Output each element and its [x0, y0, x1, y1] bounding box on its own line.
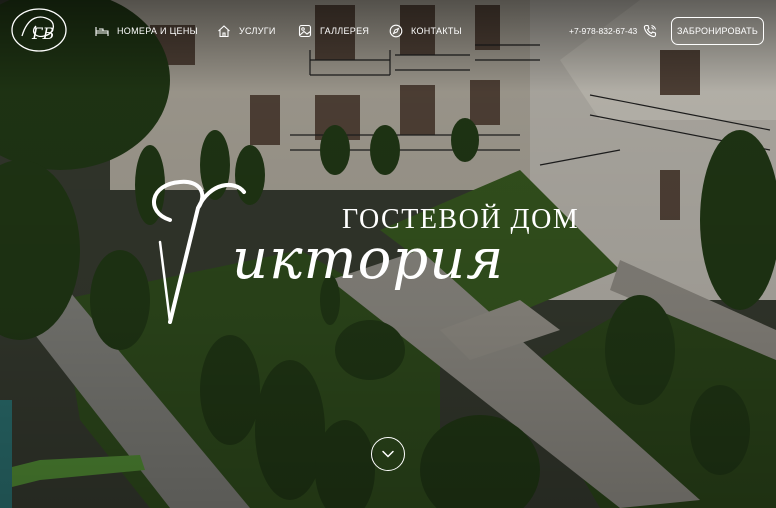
bed-icon	[95, 24, 109, 38]
image-icon	[298, 24, 312, 38]
chevron-down-icon	[382, 450, 394, 458]
nav-services-label: УСЛУГИ	[239, 26, 276, 36]
nav-rooms-label: НОМЕРА И ЦЕНЫ	[117, 26, 198, 36]
nav-gallery-label: ГАЛЛЕРЕЯ	[320, 26, 370, 36]
hero-title: иктория	[232, 227, 505, 292]
nav-contacts[interactable]: КОНТАКТЫ	[389, 0, 462, 62]
nav-contacts-label: КОНТАКТЫ	[411, 26, 462, 36]
logo-letters: ГВ	[31, 24, 55, 43]
nav-gallery[interactable]: ГАЛЛЕРЕЯ	[298, 0, 369, 62]
phone-icon	[643, 24, 657, 38]
phone-link[interactable]: +7-978-832-67-43	[569, 0, 657, 62]
logo-emblem-icon: ГВ	[11, 8, 67, 52]
book-button[interactable]: ЗАБРОНИРОВАТЬ	[671, 17, 764, 45]
compass-icon	[389, 24, 403, 38]
home-icon	[217, 24, 231, 38]
logo[interactable]: ГВ	[10, 6, 68, 54]
nav-services[interactable]: УСЛУГИ	[217, 0, 276, 62]
scroll-down-button[interactable]	[371, 437, 405, 471]
nav-rooms[interactable]: НОМЕРА И ЦЕНЫ	[95, 0, 198, 62]
phone-number: +7-978-832-67-43	[569, 26, 638, 36]
site-header: ГВ НОМЕРА И ЦЕНЫ УСЛУГИ ГАЛЛЕРЕЯ КОНТАКТ…	[0, 0, 776, 64]
